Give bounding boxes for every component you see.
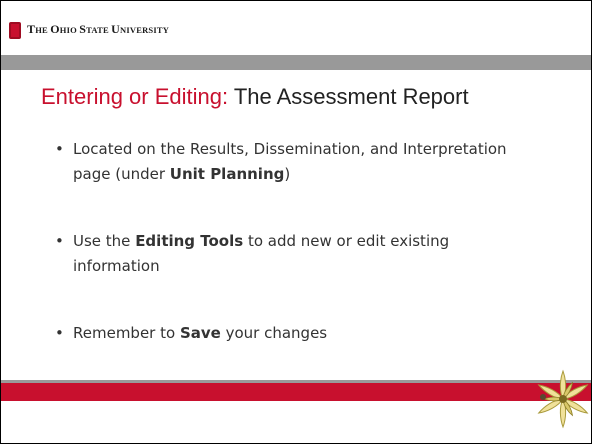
title-rest: The Assessment Report [228,84,469,109]
gray-band [1,55,591,70]
bullet-item: Located on the Results, Dissemination, a… [55,137,535,187]
slide-title: Entering or Editing: The Assessment Repo… [41,84,469,110]
bullet-item: Use the Editing Tools to add new or edit… [55,229,535,279]
bullet-item: Remember to Save your changes [55,321,535,346]
footer-red-band [1,383,591,401]
title-accent: Entering or Editing: [41,84,229,109]
block-o-icon [9,22,21,39]
university-name: THE OHIO STATE UNIVERSITY [27,22,170,36]
slide: THE OHIO STATE UNIVERSITY Entering or Ed… [0,0,592,444]
bullet-list: Located on the Results, Dissemination, a… [55,137,535,346]
buckeye-flower-icon [537,369,589,429]
header: THE OHIO STATE UNIVERSITY [1,1,591,55]
